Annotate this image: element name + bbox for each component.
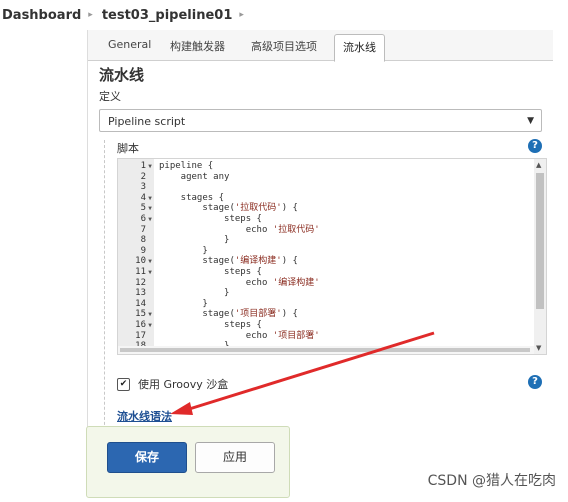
- hscroll-thumb[interactable]: [120, 348, 530, 352]
- line-number: 12: [135, 277, 146, 288]
- script-block: 脚本 ? 1 ▼ pipeline {2 agent any 3 4 ▼ stages {…: [104, 139, 548, 440]
- script-editor[interactable]: 1 ▼ pipeline {2 agent any 3 4 ▼ stages {5 ▼ st…: [117, 158, 547, 355]
- line-number: 17: [135, 330, 146, 341]
- editor-line: 10 ▼ stage('编译构建') {: [118, 256, 538, 267]
- line-code: echo '编译构建': [159, 277, 320, 288]
- line-code: pipeline {: [159, 161, 214, 171]
- editor-line: 9 }: [118, 246, 538, 257]
- scroll-down-icon[interactable]: ▼: [536, 344, 541, 352]
- chevron-down-icon: ▼: [527, 116, 534, 126]
- config-tab-bar: General 构建触发器 高级项目选项 流水线: [88, 30, 553, 62]
- line-code: stage('项目部署') {: [159, 309, 298, 320]
- line-number: 16: [135, 320, 146, 330]
- script-help-icon[interactable]: ?: [528, 139, 542, 153]
- line-code: }: [159, 288, 230, 299]
- section-title: 流水线: [99, 66, 145, 84]
- breadcrumb-dashboard[interactable]: Dashboard: [0, 8, 81, 23]
- pipeline-syntax-link[interactable]: 流水线语法: [117, 408, 172, 424]
- editor-line: 14 }: [118, 299, 538, 310]
- line-code: }: [159, 235, 230, 246]
- groovy-help-icon[interactable]: ?: [528, 375, 542, 389]
- breadcrumb-dropdown-icon[interactable]: ▸: [239, 10, 244, 20]
- editor-line: 12 echo '编译构建': [118, 278, 538, 289]
- line-code: }: [159, 245, 208, 256]
- editor-line: 6 ▼ steps {: [118, 214, 538, 225]
- editor-line: 13 }: [118, 288, 538, 299]
- line-code: stages {: [159, 192, 225, 203]
- line-number: 10: [135, 256, 146, 267]
- watermark-text: CSDN @猎人在吃肉: [427, 473, 556, 489]
- line-code: steps {: [159, 214, 262, 224]
- line-number: 6: [140, 214, 146, 224]
- line-code: steps {: [159, 267, 262, 277]
- breadcrumb-job[interactable]: test03_pipeline01: [100, 8, 233, 23]
- line-number: 11: [135, 267, 146, 277]
- line-number: 9: [140, 245, 146, 256]
- editor-line: 4 ▼ stages {: [118, 193, 538, 204]
- line-code: stage('编译构建') {: [159, 256, 298, 267]
- editor-line: 8 }: [118, 235, 538, 246]
- editor-line: 1 ▼ pipeline {: [118, 161, 538, 172]
- line-number: 13: [135, 288, 146, 299]
- groovy-sandbox-label: 使用 Groovy 沙盒: [138, 378, 229, 391]
- line-code: echo '拉取代码': [159, 224, 320, 235]
- config-panel: General 构建触发器 高级项目选项 流水线 流水线 定义 Pipeline…: [87, 30, 553, 470]
- line-number: 14: [135, 298, 146, 309]
- breadcrumb-separator-icon: ▸: [88, 10, 93, 20]
- editor-vertical-scrollbar[interactable]: ▲ ▼: [534, 159, 546, 354]
- save-button[interactable]: 保存: [107, 442, 187, 473]
- definition-select[interactable]: Pipeline script ▼: [99, 109, 542, 132]
- tab-general[interactable]: General: [108, 38, 151, 51]
- line-code: echo '项目部署': [159, 330, 320, 341]
- editor-line: 15 ▼ stage('项目部署') {: [118, 309, 538, 320]
- scroll-up-icon[interactable]: ▲: [536, 161, 541, 169]
- tab-build-triggers[interactable]: 构建触发器: [170, 38, 225, 54]
- tab-advanced-options[interactable]: 高级项目选项: [251, 38, 317, 54]
- line-number: 2: [140, 171, 146, 182]
- groovy-sandbox-row: ✔ 使用 Groovy 沙盒: [117, 376, 228, 392]
- tab-pipeline[interactable]: 流水线: [334, 34, 385, 62]
- definition-label: 定义: [99, 90, 121, 103]
- editor-line: 17 echo '项目部署': [118, 331, 538, 342]
- line-number: 5: [140, 203, 146, 214]
- jenkins-pipeline-config-page: Dashboard ▸ test03_pipeline01 ▸ General …: [0, 0, 568, 502]
- breadcrumb: Dashboard ▸ test03_pipeline01 ▸: [0, 0, 568, 30]
- apply-button[interactable]: 应用: [195, 442, 275, 473]
- line-code: agent any: [159, 171, 230, 182]
- script-label: 脚本: [117, 142, 139, 155]
- line-code: steps {: [159, 320, 262, 330]
- scrollbar-thumb[interactable]: [536, 173, 544, 309]
- definition-select-value: Pipeline script: [108, 115, 186, 128]
- editor-line: 11 ▼ steps {: [118, 267, 538, 278]
- line-number: 3: [140, 182, 146, 193]
- line-number: 4: [140, 192, 146, 203]
- line-number: 7: [140, 224, 146, 235]
- form-button-bar: 保存 应用: [86, 426, 290, 498]
- editor-line: 2 agent any: [118, 172, 538, 183]
- editor-line: 3: [118, 182, 538, 193]
- editor-line: 7 echo '拉取代码': [118, 225, 538, 236]
- line-code: stage('拉取代码') {: [159, 203, 298, 214]
- line-code: }: [159, 298, 208, 309]
- line-number: 15: [135, 309, 146, 320]
- groovy-sandbox-checkbox[interactable]: ✔: [117, 377, 130, 391]
- line-number: 8: [140, 235, 146, 246]
- editor-line: 16 ▼ steps {: [118, 320, 538, 331]
- line-number: 1: [140, 161, 146, 171]
- editor-line: 5 ▼ stage('拉取代码') {: [118, 203, 538, 214]
- editor-horizontal-scrollbar[interactable]: [118, 346, 534, 354]
